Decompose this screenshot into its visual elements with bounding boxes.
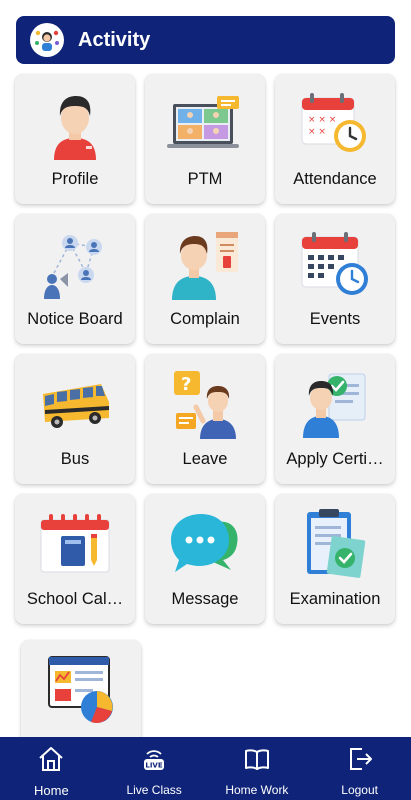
nav-home[interactable]: Home [0, 737, 103, 800]
examination-icon [275, 506, 395, 582]
tile-label: Complain [170, 310, 240, 328]
page-title: Activity [78, 28, 151, 51]
nav-label: Home Work [225, 783, 289, 797]
tile-apply-certificate[interactable]: Apply Certi… [275, 354, 395, 484]
tile-label: School Cal… [26, 590, 124, 608]
school-calendar-icon [15, 506, 135, 582]
nav-label: Home [34, 783, 69, 798]
tile-leave[interactable]: ? Leave [145, 354, 265, 484]
nav-label: Live Class [126, 783, 182, 797]
tile-label: Leave [182, 450, 228, 468]
tile-label: Apply Certi… [286, 450, 384, 468]
tile-label: Bus [60, 450, 90, 468]
attendance-icon: × × × × × [275, 86, 395, 162]
live-class-icon: LIVE [140, 745, 168, 778]
tile-ptm[interactable]: PTM [145, 74, 265, 204]
nav-label: Logout [341, 783, 378, 797]
tile-message[interactable]: Message [145, 494, 265, 624]
nav-live-class[interactable]: LIVE Live Class [103, 737, 206, 800]
activity-header: Activity [16, 16, 395, 64]
complain-icon [145, 226, 265, 302]
tile-report[interactable] [21, 640, 141, 750]
ptm-icon [145, 86, 265, 162]
events-icon [275, 226, 395, 302]
live-badge: LIVE [145, 762, 162, 770]
profile-icon [15, 86, 135, 162]
nav-home-work[interactable]: Home Work [206, 737, 309, 800]
tile-notice-board[interactable]: Notice Board [15, 214, 135, 344]
message-icon [145, 506, 265, 582]
tile-label: PTM [187, 170, 223, 188]
book-icon [243, 745, 271, 778]
svg-text:× × ×: × × × [308, 115, 336, 125]
tile-attendance[interactable]: × × × × × Attendance [275, 74, 395, 204]
tile-label: Message [171, 590, 239, 608]
tile-school-calendar[interactable]: School Cal… [15, 494, 135, 624]
nav-logout[interactable]: Logout [308, 737, 411, 800]
svg-text:× ×: × × [308, 127, 326, 137]
tile-label: Events [309, 310, 361, 328]
notice-board-icon [15, 226, 135, 302]
leave-icon: ? [145, 366, 265, 442]
tile-label: Notice Board [27, 310, 123, 328]
bus-icon [15, 366, 135, 442]
tile-profile[interactable]: Profile [15, 74, 135, 204]
svg-text:?: ? [181, 374, 191, 395]
tile-examination[interactable]: Examination [275, 494, 395, 624]
tile-bus[interactable]: Bus [15, 354, 135, 484]
tile-events[interactable]: Events [275, 214, 395, 344]
tile-label: Attendance [293, 170, 377, 188]
logout-icon [346, 745, 374, 778]
tile-label: Examination [289, 590, 381, 608]
tile-complain[interactable]: Complain [145, 214, 265, 344]
tile-label: Profile [51, 170, 99, 188]
report-icon [21, 652, 141, 728]
student-activity-icon [30, 23, 64, 57]
bottom-navigation: Home LIVE Live Class Home Work Logout [0, 737, 411, 800]
apply-certificate-icon [275, 366, 395, 442]
home-icon [37, 745, 65, 778]
